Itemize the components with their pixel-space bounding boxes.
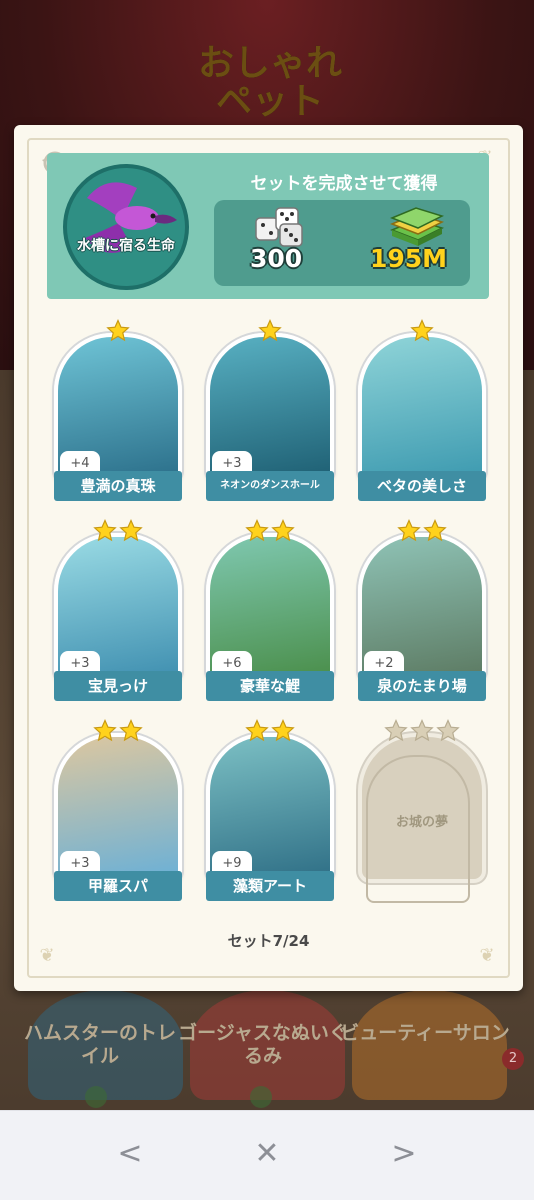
card-name: 泉のたまり場 bbox=[358, 671, 486, 701]
card-artwork bbox=[362, 337, 482, 479]
card-name: お城の夢 bbox=[395, 815, 448, 830]
star-icon bbox=[245, 519, 269, 542]
star-icon bbox=[119, 719, 143, 742]
star-icon bbox=[106, 319, 130, 342]
collection-card[interactable]: +3 ネオンのダンスホール bbox=[206, 319, 334, 501]
card-frame bbox=[358, 333, 486, 483]
collection-card[interactable]: +9 藻類アート bbox=[206, 719, 334, 901]
star-icon bbox=[397, 519, 421, 542]
set-progress: セット7/24 bbox=[227, 932, 310, 950]
card-name: 豪華な鯉 bbox=[206, 671, 334, 701]
card-name: 豊満の真珠 bbox=[54, 471, 182, 501]
dice-reward-amount: 300 bbox=[250, 244, 303, 273]
star-icon bbox=[436, 719, 460, 742]
collection-card[interactable]: +2 泉のたまり場 bbox=[358, 519, 486, 701]
background-card-label: ビューティーサロン bbox=[340, 1022, 510, 1044]
star-icon bbox=[423, 519, 447, 542]
collection-card[interactable]: +3 甲羅スパ bbox=[54, 719, 182, 901]
card-name: 宝見っけ bbox=[54, 671, 182, 701]
star-icon bbox=[93, 719, 117, 742]
background-card-label: ゴージャスなぬいぐるみ bbox=[178, 1022, 348, 1067]
money-reward-amount: 195M bbox=[370, 244, 448, 273]
star-icon bbox=[258, 319, 282, 342]
card-stars bbox=[54, 519, 182, 543]
notification-badge: 2 bbox=[502, 1048, 524, 1070]
betta-fish-icon bbox=[85, 182, 177, 253]
card-stars bbox=[54, 319, 182, 343]
background-card-label: ハムスターのトレイル bbox=[23, 1022, 176, 1067]
card-name: ネオンのダンスホール bbox=[206, 471, 334, 501]
back-button[interactable]: < bbox=[102, 1131, 158, 1175]
cash-stack-icon bbox=[389, 207, 445, 246]
collection-card[interactable]: +6 豪華な鯉 bbox=[206, 519, 334, 701]
star-icon bbox=[410, 319, 434, 342]
star-icon bbox=[119, 519, 143, 542]
reward-box: 300 195M bbox=[214, 200, 470, 286]
card-stars bbox=[206, 319, 334, 343]
star-icon bbox=[384, 719, 408, 742]
close-icon: ✕ bbox=[254, 1135, 280, 1171]
chevron-right-icon: > bbox=[391, 1135, 417, 1171]
chevron-left-icon: < bbox=[117, 1135, 143, 1171]
card-stars bbox=[358, 719, 486, 743]
card-name: 藻類アート bbox=[206, 871, 334, 901]
set-name: 水槽に宿る生命 bbox=[77, 238, 175, 254]
collection-card[interactable]: +3 宝見っけ bbox=[54, 519, 182, 701]
collection-card[interactable]: +4 豊満の真珠 bbox=[54, 319, 182, 501]
card-stars bbox=[358, 319, 486, 343]
set-detail-modal: ❦ ❦ ❦ 水槽に宿る生命 セットを完成させて獲得 300 bbox=[14, 125, 523, 991]
forward-button[interactable]: > bbox=[376, 1131, 432, 1175]
star-icon bbox=[93, 519, 117, 542]
set-emblem: 水槽に宿る生命 bbox=[63, 164, 189, 290]
bottom-navigation: < ✕ > bbox=[0, 1110, 534, 1200]
star-icon bbox=[245, 719, 269, 742]
check-icon bbox=[85, 1086, 107, 1108]
close-button[interactable]: ✕ bbox=[239, 1131, 295, 1175]
card-name: 甲羅スパ bbox=[54, 871, 182, 901]
album-title: おしゃれペット bbox=[197, 43, 342, 122]
card-name: ベタの美しさ bbox=[358, 471, 486, 501]
collection-card[interactable]: お城の夢 bbox=[358, 719, 486, 903]
card-stars bbox=[54, 719, 182, 743]
card-stars bbox=[358, 519, 486, 543]
background-album-card bbox=[352, 990, 507, 1100]
star-icon bbox=[271, 719, 295, 742]
collection-card[interactable]: ベタの美しさ bbox=[358, 319, 486, 501]
reward-title: セットを完成させて獲得 bbox=[250, 174, 438, 194]
card-stars bbox=[206, 719, 334, 743]
star-icon bbox=[271, 519, 295, 542]
star-icon bbox=[410, 719, 434, 742]
check-icon bbox=[250, 1086, 272, 1108]
card-stars bbox=[206, 519, 334, 543]
